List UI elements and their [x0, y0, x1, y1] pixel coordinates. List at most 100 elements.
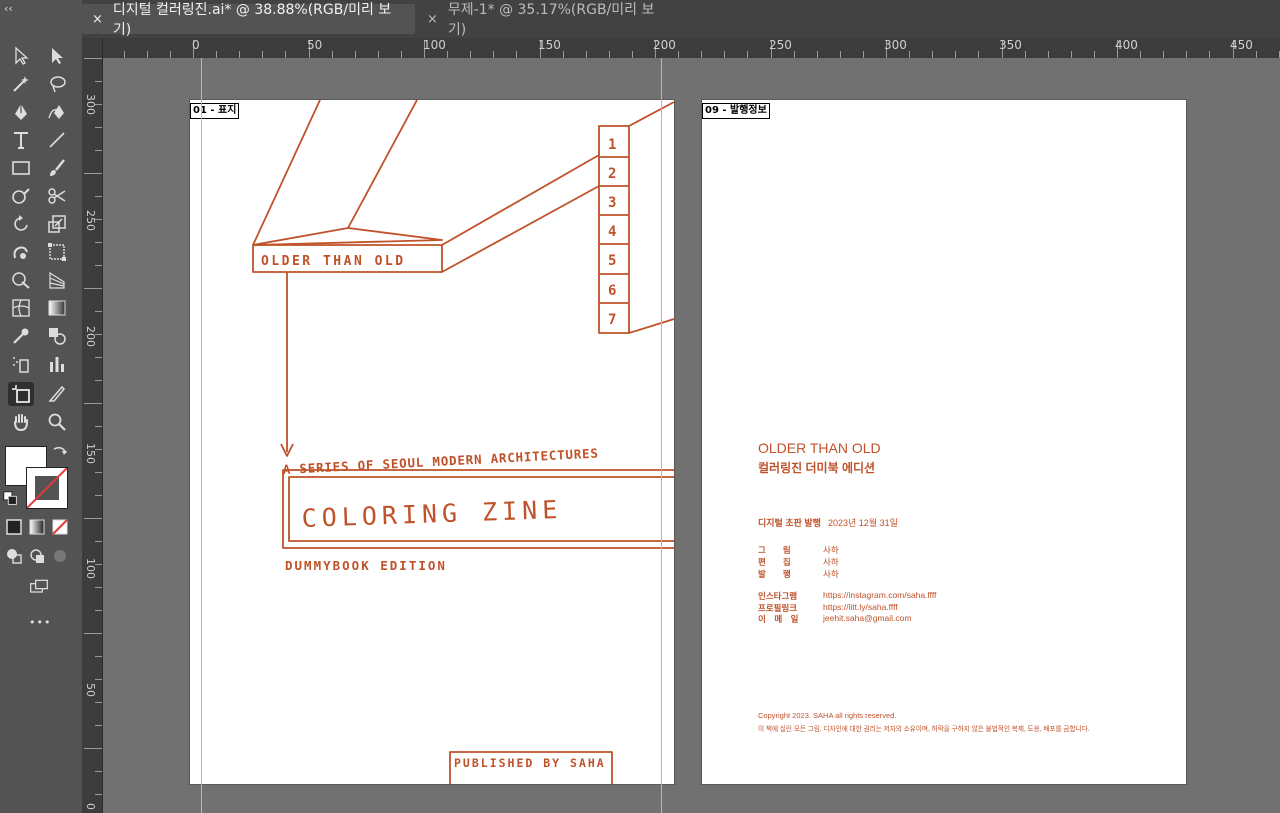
perspective-icon[interactable]: [44, 268, 70, 292]
colophon-title-ko: 컬러링진 더미북 에디션: [758, 461, 876, 475]
vertical-ruler[interactable]: 300 250 200 150 100 50 0: [82, 38, 103, 813]
artboard-label[interactable]: 01 - 표지: [190, 103, 240, 119]
tab-title: 디지털 컬러링진.ai* @ 38.88%(RGB/미리 보기): [112, 2, 392, 38]
vertical-guide[interactable]: [661, 58, 662, 813]
ruler-label: 250: [769, 38, 792, 52]
contact-value: jeehit.saha@gmail.com: [823, 613, 912, 623]
tab-document-1[interactable]: × 디지털 컬러링진.ai* @ 38.88%(RGB/미리 보기): [82, 2, 415, 38]
chapter-number: 3: [608, 195, 616, 211]
close-tab-icon[interactable]: ×: [92, 12, 103, 27]
artboard-icon[interactable]: [8, 382, 34, 406]
tools-panel: ‹‹ •••: [0, 0, 83, 813]
ruler-label: 200: [84, 326, 97, 347]
stroke-swatch[interactable]: [26, 467, 68, 509]
vertical-guide[interactable]: [201, 58, 202, 813]
chapter-number: 5: [608, 253, 616, 269]
ruler-label: 400: [1115, 38, 1138, 52]
warp-icon[interactable]: [8, 240, 34, 264]
credit-value: 사하: [823, 569, 839, 579]
cover-title: COLORING ZINE: [301, 495, 563, 533]
contact-label: 인스타그램: [758, 591, 798, 601]
paintbrush-icon[interactable]: [44, 156, 70, 180]
copyright-text: Copyright 2023. SAHA all rights reserved…: [758, 711, 897, 720]
cover-publisher-text: PUBLISHED BY SAHA: [454, 756, 606, 770]
artboard-colophon[interactable]: 09 - 발행정보 OLDER THAN OLD 컬러링진 더미북 에디션 디지…: [702, 100, 1186, 784]
curvature-icon[interactable]: [44, 100, 70, 124]
chapter-number: 1: [608, 137, 616, 153]
eyedropper-icon[interactable]: [8, 324, 34, 348]
draw-behind-icon[interactable]: [27, 545, 47, 567]
ruler-label: 0: [84, 803, 97, 810]
hand-icon[interactable]: [8, 410, 34, 434]
none-mode-icon[interactable]: [50, 516, 70, 538]
ruler-label: 50: [84, 683, 97, 697]
chapter-number: 4: [608, 224, 616, 240]
rotate-icon[interactable]: [8, 212, 34, 236]
ruler-label: 150: [84, 443, 97, 464]
mesh-icon[interactable]: [8, 296, 34, 320]
chapter-number: 2: [608, 166, 616, 182]
ruler-label: 100: [423, 38, 446, 52]
credit-label: 그 림: [758, 545, 791, 555]
free-transform-icon[interactable]: [44, 240, 70, 264]
artboard-label[interactable]: 09 - 발행정보: [702, 103, 770, 119]
chapter-number: 7: [608, 312, 616, 328]
cover-series-text: A SERIES OF SEOUL MODERN ARCHITECTURES: [282, 445, 599, 477]
pub-date: 2023년 12월 31일: [828, 518, 898, 528]
shaper-icon[interactable]: [8, 184, 34, 208]
tab-document-2[interactable]: × 무제-1* @ 35.17%(RGB/미리 보기): [417, 2, 679, 38]
cover-illustration: OLDER THAN OLD 1 2 3 4 5 6 7 A SERIES OF…: [252, 100, 674, 784]
contact-label: 이 메 일: [758, 614, 799, 624]
line-icon[interactable]: [44, 128, 70, 152]
pen-icon[interactable]: [8, 100, 34, 124]
cover-header-text: OLDER THAN OLD: [261, 254, 406, 269]
gradient-mode-icon[interactable]: [27, 516, 47, 538]
scale-icon[interactable]: [44, 212, 70, 236]
copyright-notice: 이 책에 실린 모든 그림, 디자인에 대한 권리는 저자의 소유이며, 허락을…: [758, 726, 1090, 733]
cover-edition-text: DUMMYBOOK EDITION: [285, 558, 447, 573]
close-tab-icon[interactable]: ×: [427, 12, 438, 27]
edit-toolbar-button[interactable]: •••: [29, 616, 51, 629]
magic-wand-icon[interactable]: [8, 72, 34, 96]
type-icon[interactable]: [8, 128, 34, 152]
shape-builder-icon[interactable]: [8, 268, 34, 292]
gradient-icon[interactable]: [44, 296, 70, 320]
swap-fill-stroke-icon[interactable]: [50, 444, 70, 462]
rectangle-icon[interactable]: [8, 156, 34, 180]
ruler-label: 300: [884, 38, 907, 52]
draw-normal-icon[interactable]: [4, 545, 24, 567]
contact-value: https://litt.ly/saha.ffff: [823, 602, 898, 612]
collapse-panel-button[interactable]: ‹‹: [4, 2, 13, 15]
ruler-label: 450: [1230, 38, 1253, 52]
column-graph-icon[interactable]: [44, 352, 70, 376]
ruler-label: 300: [84, 94, 97, 115]
ruler-label: 100: [84, 558, 97, 579]
color-mode-icon[interactable]: [4, 516, 24, 538]
symbol-sprayer-icon[interactable]: [8, 352, 34, 376]
colophon-title-en: OLDER THAN OLD: [758, 440, 881, 456]
direct-selection-icon[interactable]: [44, 44, 70, 68]
ruler-label: 0: [192, 38, 200, 52]
ruler-label: 50: [307, 38, 323, 52]
artboard-cover[interactable]: OLDER THAN OLD 1 2 3 4 5 6 7 A SERIES OF…: [190, 100, 674, 784]
screen-mode-icon[interactable]: [24, 575, 54, 599]
blend-icon[interactable]: [44, 324, 70, 348]
chapter-number: 6: [608, 283, 616, 299]
credit-label: 편 집: [758, 557, 791, 567]
zoom-icon[interactable]: [44, 410, 70, 434]
tab-title: 무제-1* @ 35.17%(RGB/미리 보기): [447, 2, 655, 38]
contact-value: https://instagram.com/saha.ffff: [823, 590, 937, 600]
default-colors-icon[interactable]: [2, 490, 20, 508]
horizontal-ruler[interactable]: 0 50 100 150 200 250 300 350 400 450: [102, 38, 1280, 59]
selection-icon[interactable]: [8, 44, 34, 68]
credit-value: 사하: [823, 557, 839, 567]
credit-label: 발 행: [758, 569, 791, 579]
draw-inside-icon[interactable]: [50, 545, 70, 567]
ruler-label: 150: [538, 38, 561, 52]
lasso-icon[interactable]: [44, 72, 70, 96]
document-tab-bar: × 디지털 컬러링진.ai* @ 38.88%(RGB/미리 보기) × 무제-…: [82, 0, 1280, 38]
pub-label: 디지털 초판 발행: [758, 518, 821, 528]
ruler-label: 200: [653, 38, 676, 52]
slice-icon[interactable]: [44, 382, 70, 406]
scissors-icon[interactable]: [44, 184, 70, 208]
